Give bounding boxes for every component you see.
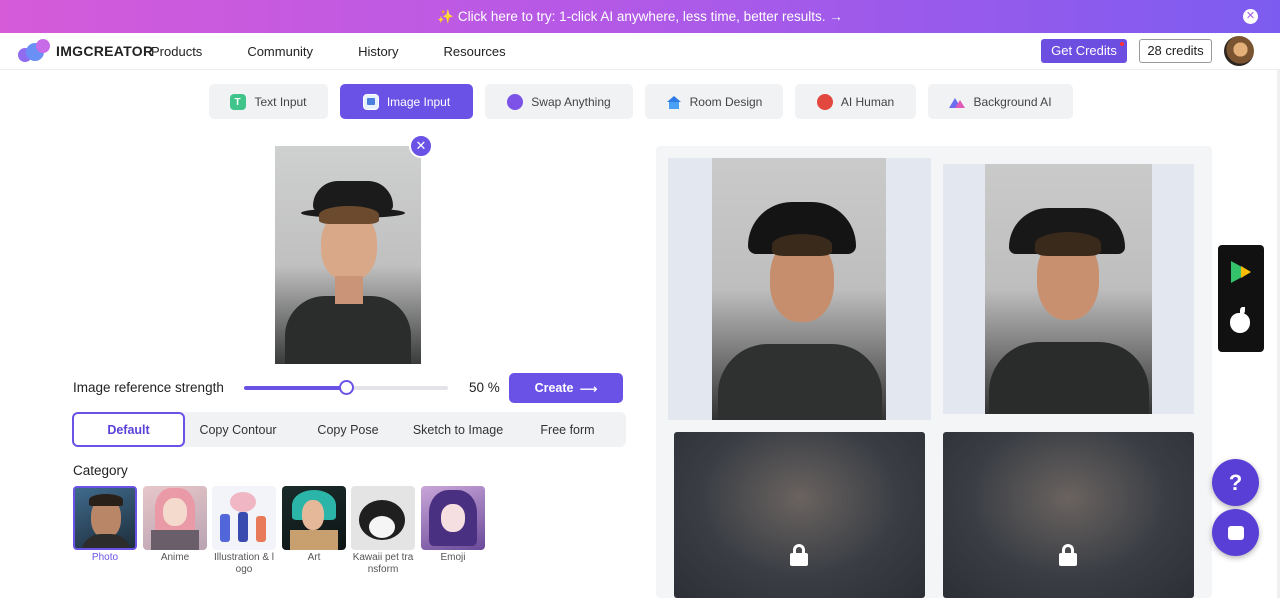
tab-label: Background AI [973,94,1052,109]
control-tab-sketch-to-image[interactable]: Sketch to Image [405,412,511,447]
chat-icon [1227,525,1244,540]
results-panel [656,146,1212,598]
close-icon[interactable]: ✕ [1243,9,1258,24]
category-anime[interactable]: Anime [143,486,207,564]
locked-result[interactable] [674,432,925,598]
logo-icon [18,39,52,63]
lock-icon [1059,544,1077,566]
logo-text: IMGCREATOR [56,43,154,59]
nav-products[interactable]: Products [151,44,202,59]
control-tab-free-form[interactable]: Free form [511,412,624,447]
nav-resources[interactable]: Resources [444,44,506,59]
question-icon: ? [1228,469,1243,495]
apple-icon[interactable] [1230,313,1250,333]
app-download-panel [1218,245,1264,352]
slider-thumb[interactable] [339,380,354,395]
mountain-icon [949,94,966,110]
category-thumbnail [421,486,485,550]
category-name: Art [307,552,321,563]
promo-banner-text[interactable]: ✨ Click here to try: 1-click AI anywhere… [437,9,842,25]
category-name: Kawaii pet transform [352,552,414,575]
create-label: Create [534,381,574,395]
category-thumbnail [212,486,276,550]
lock-icon [790,544,808,566]
slider-fill [244,386,346,390]
image-icon [362,93,379,110]
tab-label: Swap Anything [531,94,611,109]
result-image[interactable] [943,164,1194,414]
tab-label: Room Design [689,94,763,109]
arrow-right-icon: ⟶ [579,381,598,396]
promo-banner[interactable]: ✨ Click here to try: 1-click AI anywhere… [0,0,1280,33]
notification-dot [1120,42,1124,46]
category-thumbnail [73,486,137,550]
control-mode-tabs: Default Copy Contour Copy Pose Sketch to… [72,412,626,447]
locked-result[interactable] [943,432,1194,598]
strength-value: 50 % [469,380,500,395]
category-thumbnail [351,486,415,550]
result-image[interactable] [668,158,931,420]
logo[interactable]: IMGCREATOR [18,39,153,63]
category-art[interactable]: Art [282,486,346,564]
tab-room-design[interactable]: Room Design [645,84,783,119]
tab-label: Image Input [386,94,451,109]
nav-history[interactable]: History [358,44,398,59]
tab-swap-anything[interactable]: Swap Anything [485,84,633,119]
top-navigation: IMGCREATOR Products Community History Re… [0,33,1280,70]
get-credits-button[interactable]: Get Credits [1041,39,1127,63]
get-credits-label: Get Credits [1051,43,1117,58]
category-photo[interactable]: Photo [73,486,137,564]
strength-slider[interactable] [244,380,448,395]
category-name: Photo [91,552,119,563]
nav-community[interactable]: Community [247,44,313,59]
tab-background-ai[interactable]: Background AI [928,84,1073,119]
category-kawaii-pet[interactable]: Kawaii pet transform [351,486,415,576]
human-icon [816,93,833,110]
control-tab-copy-pose[interactable]: Copy Pose [291,412,405,447]
category-label: Category [73,463,128,478]
tab-text-input[interactable]: T Text Input [209,84,328,119]
tab-label: Text Input [254,94,307,109]
control-tab-copy-contour[interactable]: Copy Contour [185,412,291,447]
remove-image-button[interactable]: ✕ [409,134,433,158]
text-icon: T [230,93,247,110]
credits-balance[interactable]: 28 credits [1139,39,1212,63]
tab-ai-human[interactable]: AI Human [795,84,916,119]
control-tab-default[interactable]: Default [72,412,185,447]
category-name: Illustration & logo [213,552,275,575]
help-button[interactable]: ? [1212,459,1259,506]
category-thumbnail [282,486,346,550]
mode-tabs: T Text Input Image Input Swap Anything R… [0,84,1280,119]
tab-label: AI Human [840,94,895,109]
house-icon [666,94,682,110]
tab-image-input[interactable]: Image Input [340,84,473,119]
main-nav: Products Community History Resources [151,44,551,59]
category-illustration[interactable]: Illustration & logo [212,486,276,576]
chat-button[interactable] [1212,509,1259,556]
category-thumbnail [143,486,207,550]
swap-icon [507,93,524,110]
category-emoji[interactable]: Emoji [421,486,485,564]
category-name: Anime [160,552,190,563]
category-name: Emoji [440,552,466,563]
strength-label: Image reference strength [73,380,224,395]
create-button[interactable]: Create ⟶ [509,373,623,403]
uploaded-image-preview [275,146,421,364]
user-avatar[interactable] [1224,36,1254,66]
